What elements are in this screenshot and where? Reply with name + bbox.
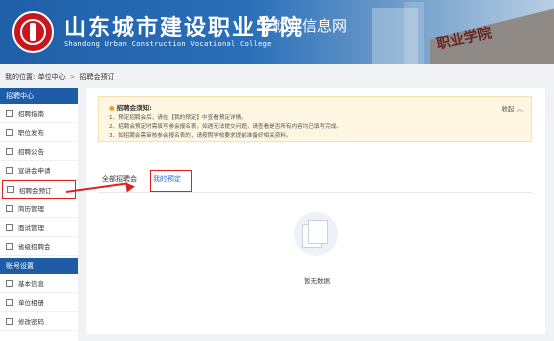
sidebar-item-presentation[interactable]: 宣讲会申请 [0,161,78,180]
main-content: ● 招聘会须知: 收起 ︿ 1、预定招聘会后，请在【我的预定】中查看预定详情。 2… [86,88,545,334]
doc-icon [6,317,13,325]
notice-line: 3、如招聘会需审核参会报名表的，请按照学校要求提前准备好相关资料。 [109,133,292,139]
site-title: 就业信息网 [272,17,348,35]
sidebar-item-provincial-fair[interactable]: 省级招聘会 [0,237,78,256]
sidebar-item-album[interactable]: 单位相册 [0,293,78,312]
doc-icon [6,166,13,174]
sidebar-item-password[interactable]: 修改密码 [0,312,78,331]
sidebar-section-account: 账号设置 [0,258,78,274]
notice-line: 1、预定招聘会后，请在【我的预定】中查看预定详情。 [109,115,247,121]
sidebar-item-interview[interactable]: 面试管理 [0,218,78,237]
empty-state-icon [294,212,338,256]
tab-my-bookings[interactable]: 我的预定 [150,170,192,192]
sidebar-item-announcement[interactable]: 招聘公告 [0,142,78,161]
notice-box: ● 招聘会须知: 收起 ︿ 1、预定招聘会后，请在【我的预定】中查看预定详情。 2… [98,96,532,142]
doc-icon [6,242,13,250]
doc-icon [6,128,13,136]
sidebar-item-fair-booking[interactable]: 招聘会预订 [2,180,76,199]
breadcrumb-separator: > [69,73,76,81]
doc-icon [6,298,13,306]
breadcrumb-prefix: 我的位置: [5,73,36,81]
empty-state-text: 暂无数据 [304,277,330,285]
school-name-cn: 山东城市建设职业学院 [64,15,305,41]
sidebar-item-guide[interactable]: 招聘指南 [0,104,78,123]
breadcrumb-current: 招聘会预订 [79,73,115,81]
doc-icon [6,147,13,155]
sidebar-item-resume[interactable]: 简历管理 [0,199,78,218]
school-name-en: Shandong Urban Construction Vocational C… [64,40,272,48]
doc-icon [6,279,13,287]
breadcrumb-unit-center[interactable]: 单位中心 [38,72,66,82]
bullet-icon: ● [109,104,115,112]
chevron-up-icon: ︿ [516,105,524,113]
collapse-button[interactable]: 收起 ︿ [501,103,523,113]
sidebar-item-basic-info[interactable]: 基本信息 [0,274,78,293]
doc-icon [6,223,13,231]
tab-divider [98,192,532,193]
sidebar: 招聘中心 招聘指南 职位发布 招聘公告 宣讲会申请 招聘会预订 简历管理 面试管… [0,88,78,341]
breadcrumb: 我的位置: 单位中心 > 招聘会预订 [5,69,114,85]
doc-icon [7,186,14,193]
doc-icon [6,204,13,212]
doc-icon [6,109,13,117]
building-image-front [372,8,418,64]
document-icon [308,220,328,244]
notice-line: 2、招聘会预定时需填写参会报名表，如遇无法提交问题，请查看是否所有内容均已填写完… [109,124,342,130]
school-logo [12,11,54,53]
header-banner: 山东城市建设职业学院 Shandong Urban Construction V… [0,0,554,64]
sidebar-section-recruitment: 招聘中心 [0,88,78,104]
annotation-arrow-head [125,181,136,193]
title-divider [262,16,265,36]
notice-title: ● 招聘会须知: [109,104,152,112]
sidebar-item-post-job[interactable]: 职位发布 [0,123,78,142]
